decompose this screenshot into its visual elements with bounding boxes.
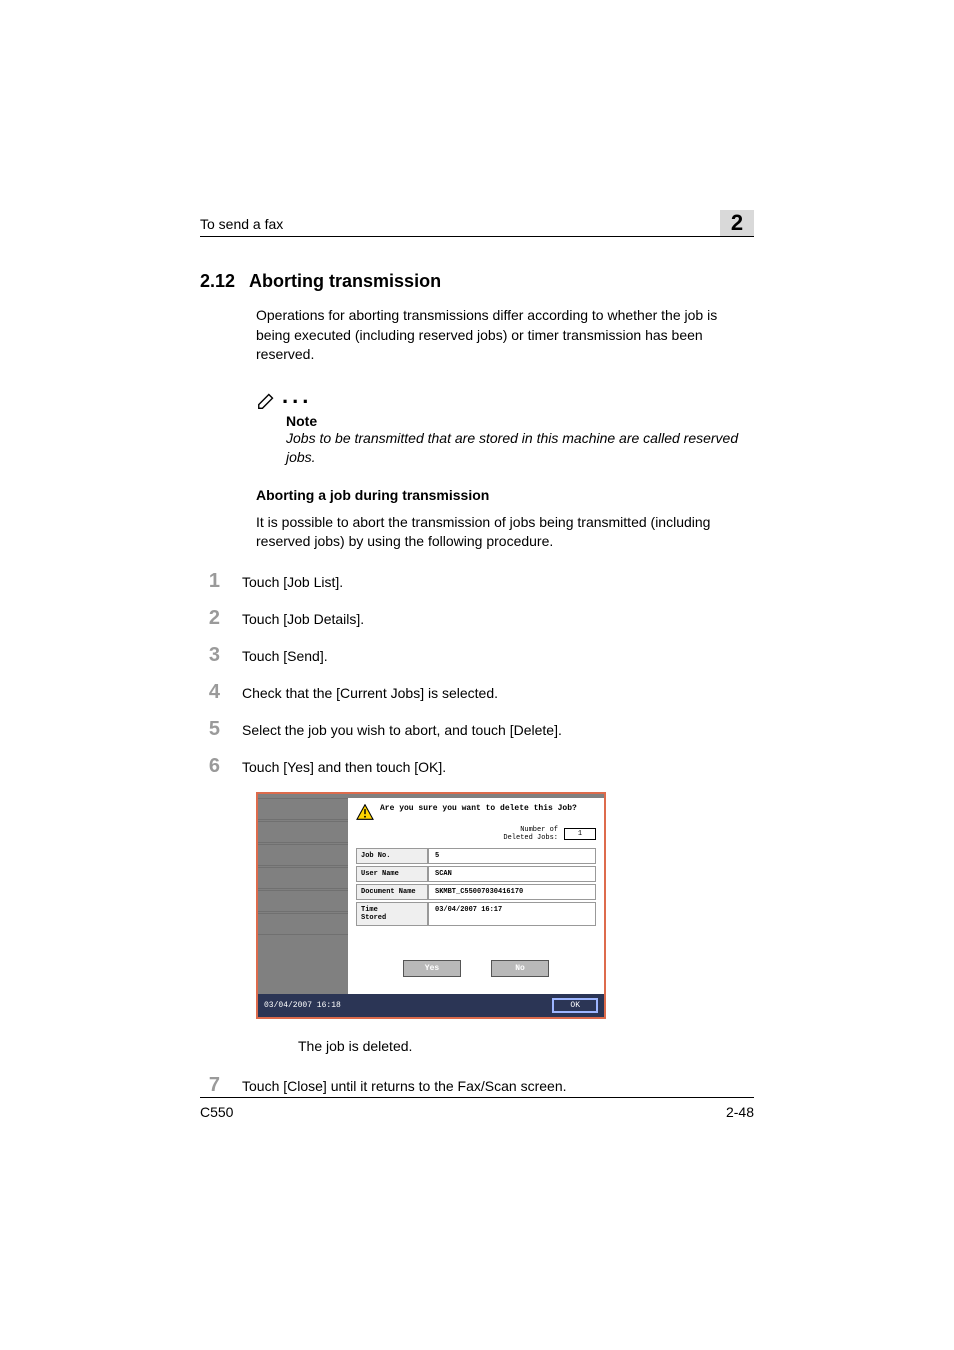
step-number: 1 [200, 570, 220, 593]
document-page: To send a fax 2 2.12 Aborting transmissi… [0, 0, 954, 1350]
tab-slot [258, 890, 348, 912]
running-header: To send a fax 2 [200, 210, 754, 237]
step-item: 6 Touch [Yes] and then touch [OK]. [200, 755, 754, 778]
step-item: 4 Check that the [Current Jobs] is selec… [200, 681, 754, 704]
steps-list-contd: 7 Touch [Close] until it returns to the … [200, 1074, 754, 1097]
dialog-screenshot: Are you sure you want to delete this Job… [256, 792, 754, 1019]
tab-slot [258, 844, 348, 866]
note-icon-row: ... [256, 383, 754, 411]
section-heading: 2.12 Aborting transmission [200, 271, 754, 292]
confirm-delete-dialog: Are you sure you want to delete this Job… [256, 792, 606, 1019]
yes-button[interactable]: Yes [403, 960, 461, 977]
step-text: Touch [Close] until it returns to the Fa… [242, 1077, 567, 1096]
step-item: 2 Touch [Job Details]. [200, 607, 754, 630]
step-text: Touch [Job Details]. [242, 610, 364, 629]
page-footer: C550 2-48 [200, 1097, 754, 1120]
docname-label: Document Name [356, 884, 428, 900]
step-item: 3 Touch [Send]. [200, 644, 754, 667]
chapter-number: 2 [731, 210, 743, 236]
result-text: The job is deleted. [298, 1037, 754, 1057]
step-item: 5 Select the job you wish to abort, and … [200, 718, 754, 741]
model-label: C550 [200, 1104, 233, 1120]
jobno-value: 5 [428, 848, 596, 864]
section-title: Aborting transmission [249, 271, 441, 292]
section-intro: Operations for aborting transmissions di… [256, 306, 754, 365]
section-number: 2.12 [200, 271, 235, 292]
dialog-question: Are you sure you want to delete this Job… [380, 804, 577, 813]
step-text: Touch [Job List]. [242, 573, 343, 592]
note-label: Note [286, 413, 754, 429]
step-text: Touch [Yes] and then touch [OK]. [242, 758, 446, 777]
subsection-intro: It is possible to abort the transmission… [256, 513, 754, 552]
running-title: To send a fax [200, 216, 283, 232]
dialog-timestamp: 03/04/2007 16:18 [264, 1001, 341, 1010]
steps-list: 1 Touch [Job List]. 2 Touch [Job Details… [200, 570, 754, 778]
tab-slot [258, 867, 348, 889]
timestored-value: 03/04/2007 16:17 [428, 902, 596, 926]
username-label: User Name [356, 866, 428, 882]
dialog-side-tabs [258, 798, 348, 994]
deleted-count-label: Number of Deleted Jobs: [503, 826, 558, 842]
username-value: SCAN [428, 866, 596, 882]
step-number: 7 [200, 1074, 220, 1097]
tab-slot [258, 913, 348, 935]
chapter-badge: 2 [720, 210, 754, 236]
docname-value: SKMBT_C55007030416170 [428, 884, 596, 900]
tab-slot [258, 821, 348, 843]
note-text: Jobs to be transmitted that are stored i… [286, 429, 754, 467]
ok-button[interactable]: OK [552, 998, 598, 1013]
timestored-label: Time Stored [356, 902, 428, 926]
note-ellipsis-icon: ... [282, 383, 312, 411]
step-text: Check that the [Current Jobs] is selecte… [242, 684, 498, 703]
no-button[interactable]: No [491, 960, 549, 977]
subsection-heading: Aborting a job during transmission [256, 487, 754, 503]
step-number: 4 [200, 681, 220, 704]
step-number: 5 [200, 718, 220, 741]
step-text: Select the job you wish to abort, and to… [242, 721, 562, 740]
step-item: 7 Touch [Close] until it returns to the … [200, 1074, 754, 1097]
page-number: 2-48 [726, 1104, 754, 1120]
step-item: 1 Touch [Job List]. [200, 570, 754, 593]
step-number: 6 [200, 755, 220, 778]
jobno-label: Job No. [356, 848, 428, 864]
pencil-icon [256, 389, 278, 411]
step-number: 2 [200, 607, 220, 630]
tab-slot [258, 798, 348, 820]
warning-icon [356, 804, 374, 820]
step-text: Touch [Send]. [242, 647, 328, 666]
step-number: 3 [200, 644, 220, 667]
deleted-count-value: 1 [564, 828, 596, 840]
dialog-footer: 03/04/2007 16:18 OK [258, 994, 604, 1017]
